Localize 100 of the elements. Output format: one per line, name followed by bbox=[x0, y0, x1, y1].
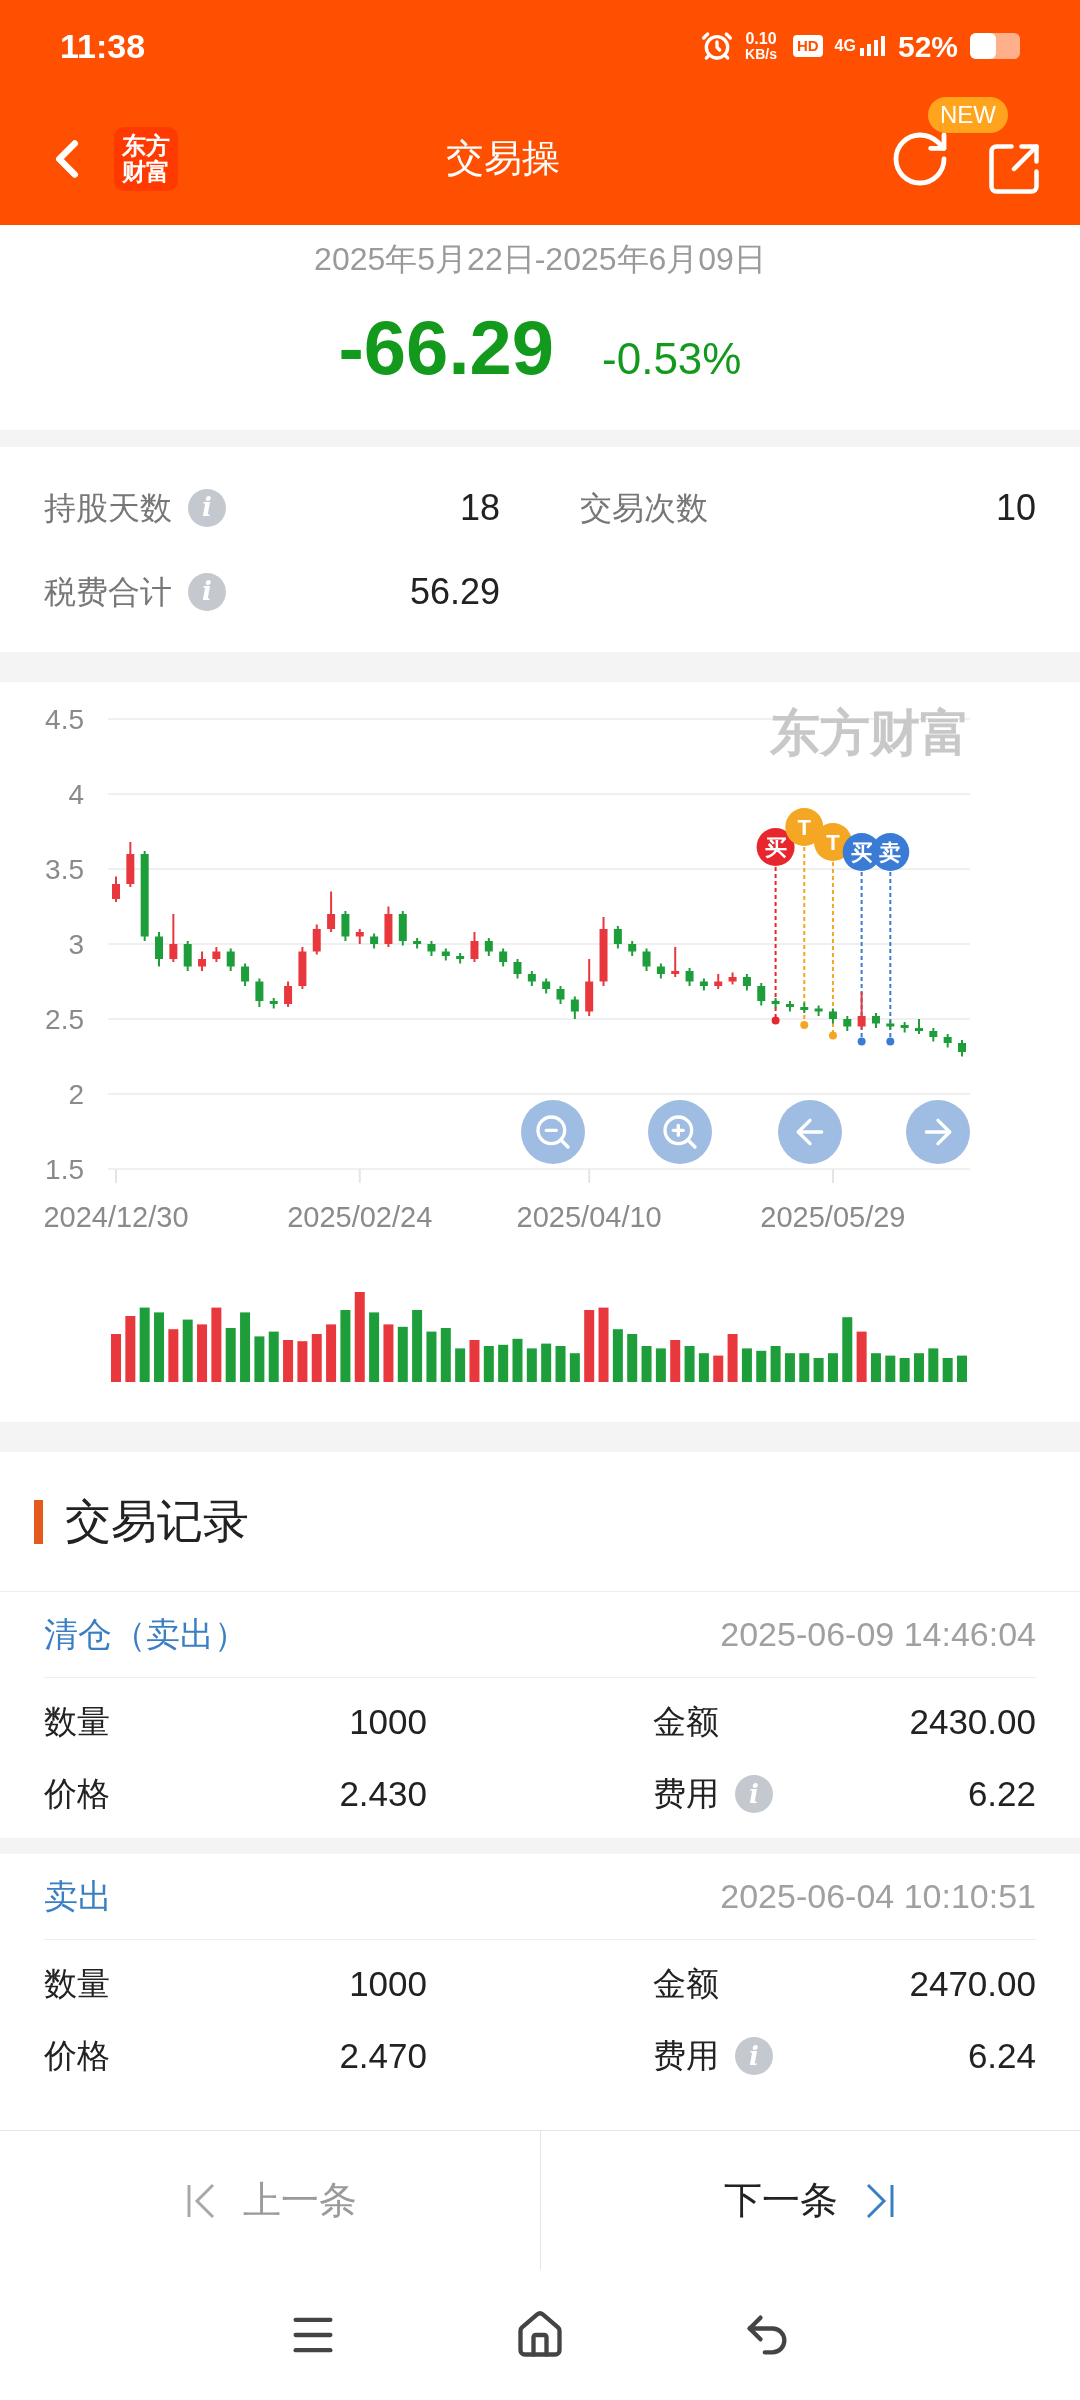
candlestick bbox=[656, 962, 665, 980]
zoom-out-icon bbox=[533, 1112, 573, 1152]
candlestick bbox=[613, 925, 622, 950]
candlestick bbox=[413, 937, 422, 950]
candlestick bbox=[915, 1018, 923, 1035]
y-axis-label: 3 bbox=[68, 929, 84, 960]
candlestick bbox=[441, 947, 450, 962]
field-label: 金额 bbox=[653, 1964, 719, 2005]
candlestick bbox=[714, 973, 723, 990]
candlestick bbox=[556, 985, 565, 1005]
page-title: 交易操 bbox=[446, 136, 560, 181]
info-icon[interactable]: i bbox=[735, 2037, 773, 2075]
candlestick bbox=[226, 947, 235, 972]
candlestick bbox=[112, 875, 120, 903]
candlestick bbox=[470, 931, 479, 963]
y-axis-label: 1.5 bbox=[45, 1154, 84, 1185]
field-value: 6.24 bbox=[967, 2034, 1036, 2077]
candlestick bbox=[800, 1001, 809, 1014]
y-axis-label: 2.5 bbox=[45, 1004, 84, 1035]
profit-percent: -0.53% bbox=[602, 333, 742, 385]
candlestick bbox=[642, 947, 651, 972]
stat-value: 10 bbox=[995, 485, 1036, 530]
info-icon[interactable]: i bbox=[188, 488, 226, 527]
status-time: 11:38 bbox=[60, 25, 146, 67]
candlestick bbox=[785, 1000, 794, 1013]
y-axis-label: 4 bbox=[68, 779, 84, 810]
candlestick bbox=[499, 947, 508, 968]
candlestick bbox=[355, 928, 364, 945]
stat-value: 18 bbox=[459, 485, 500, 530]
candlestick bbox=[126, 841, 135, 888]
field-label: 价格 bbox=[44, 1774, 110, 1815]
hd-badge: HD bbox=[792, 35, 823, 57]
candlestick bbox=[241, 962, 250, 987]
candlestick bbox=[370, 932, 379, 950]
candlestick bbox=[900, 1021, 909, 1034]
trade-type: 清仓（卖出） bbox=[44, 1614, 248, 1655]
stat-label: 交易次数 bbox=[580, 488, 708, 528]
candlestick bbox=[155, 931, 163, 968]
date-range: 2025年5月22日-2025年6月09日 bbox=[314, 240, 766, 279]
candlestick bbox=[742, 973, 751, 992]
info-icon[interactable]: i bbox=[188, 572, 226, 611]
candlestick bbox=[527, 970, 536, 987]
candlestick bbox=[341, 910, 350, 942]
app-logo: 东方 财富 bbox=[114, 126, 178, 191]
candlestick bbox=[198, 950, 207, 972]
candlestick bbox=[685, 967, 694, 987]
candlestick bbox=[886, 1019, 895, 1031]
new-badge: NEW bbox=[928, 96, 1008, 133]
y-axis-label: 2 bbox=[68, 1079, 84, 1110]
candlestick bbox=[169, 913, 178, 963]
field-value: 2470.00 bbox=[909, 1962, 1036, 2005]
profit-amount: -66.29 bbox=[338, 304, 555, 392]
candlestick bbox=[843, 1015, 852, 1032]
field-value: 1000 bbox=[349, 1700, 427, 1743]
field-value: 1000 bbox=[349, 1962, 427, 2005]
net-speed: 0.10 bbox=[745, 31, 777, 47]
trade-time: 2025-06-09 14:46:04 bbox=[720, 1614, 1036, 1655]
field-label: 数量 bbox=[44, 1702, 110, 1743]
field-label: 费用 bbox=[653, 1774, 719, 1815]
candlestick bbox=[427, 940, 436, 957]
x-axis-label: 2025/05/29 bbox=[760, 1201, 906, 1233]
candlestick bbox=[871, 1012, 880, 1029]
field-value: 2.470 bbox=[339, 2034, 427, 2077]
candlestick bbox=[628, 940, 637, 957]
stat-value: 56.29 bbox=[409, 569, 500, 614]
candlestick bbox=[269, 997, 278, 1010]
zoom-in-icon bbox=[660, 1112, 700, 1152]
section-title: 交易记录 bbox=[65, 1494, 249, 1549]
field-value: 2.430 bbox=[339, 1772, 427, 1815]
candlestick bbox=[828, 1007, 837, 1025]
candlestick bbox=[728, 971, 737, 986]
candlestick bbox=[958, 1039, 966, 1058]
candlestick bbox=[599, 916, 608, 987]
field-value: 6.22 bbox=[967, 1772, 1036, 1815]
y-axis-label: 3.5 bbox=[45, 854, 84, 885]
candlestick bbox=[814, 1004, 823, 1017]
candlestick bbox=[757, 982, 766, 1007]
section-accent-bar bbox=[34, 1499, 43, 1544]
stat-label: 税费合计 bbox=[44, 572, 172, 612]
x-axis-label: 2025/04/10 bbox=[516, 1201, 662, 1233]
candlestick bbox=[484, 937, 493, 957]
candlestick bbox=[570, 995, 579, 1020]
battery-icon bbox=[970, 33, 1020, 59]
candlestick bbox=[398, 910, 407, 947]
battery-percent: 52% bbox=[897, 28, 958, 65]
net-speed-unit: KB/s bbox=[745, 47, 777, 61]
candlestick bbox=[183, 940, 192, 972]
signal-icon bbox=[859, 36, 886, 56]
trade-type: 卖出 bbox=[44, 1876, 112, 1917]
candlestick bbox=[327, 890, 336, 933]
candlestick bbox=[585, 958, 594, 1017]
candlestick bbox=[771, 997, 780, 1010]
y-axis-label: 4.5 bbox=[45, 704, 84, 735]
field-label: 费用 bbox=[653, 2036, 719, 2077]
candlestick bbox=[384, 905, 393, 948]
candlestick bbox=[943, 1033, 952, 1049]
candlestick bbox=[212, 946, 221, 963]
candlestick bbox=[312, 923, 321, 956]
info-icon[interactable]: i bbox=[735, 1775, 773, 1813]
x-axis-label: 2025/02/24 bbox=[287, 1201, 433, 1233]
